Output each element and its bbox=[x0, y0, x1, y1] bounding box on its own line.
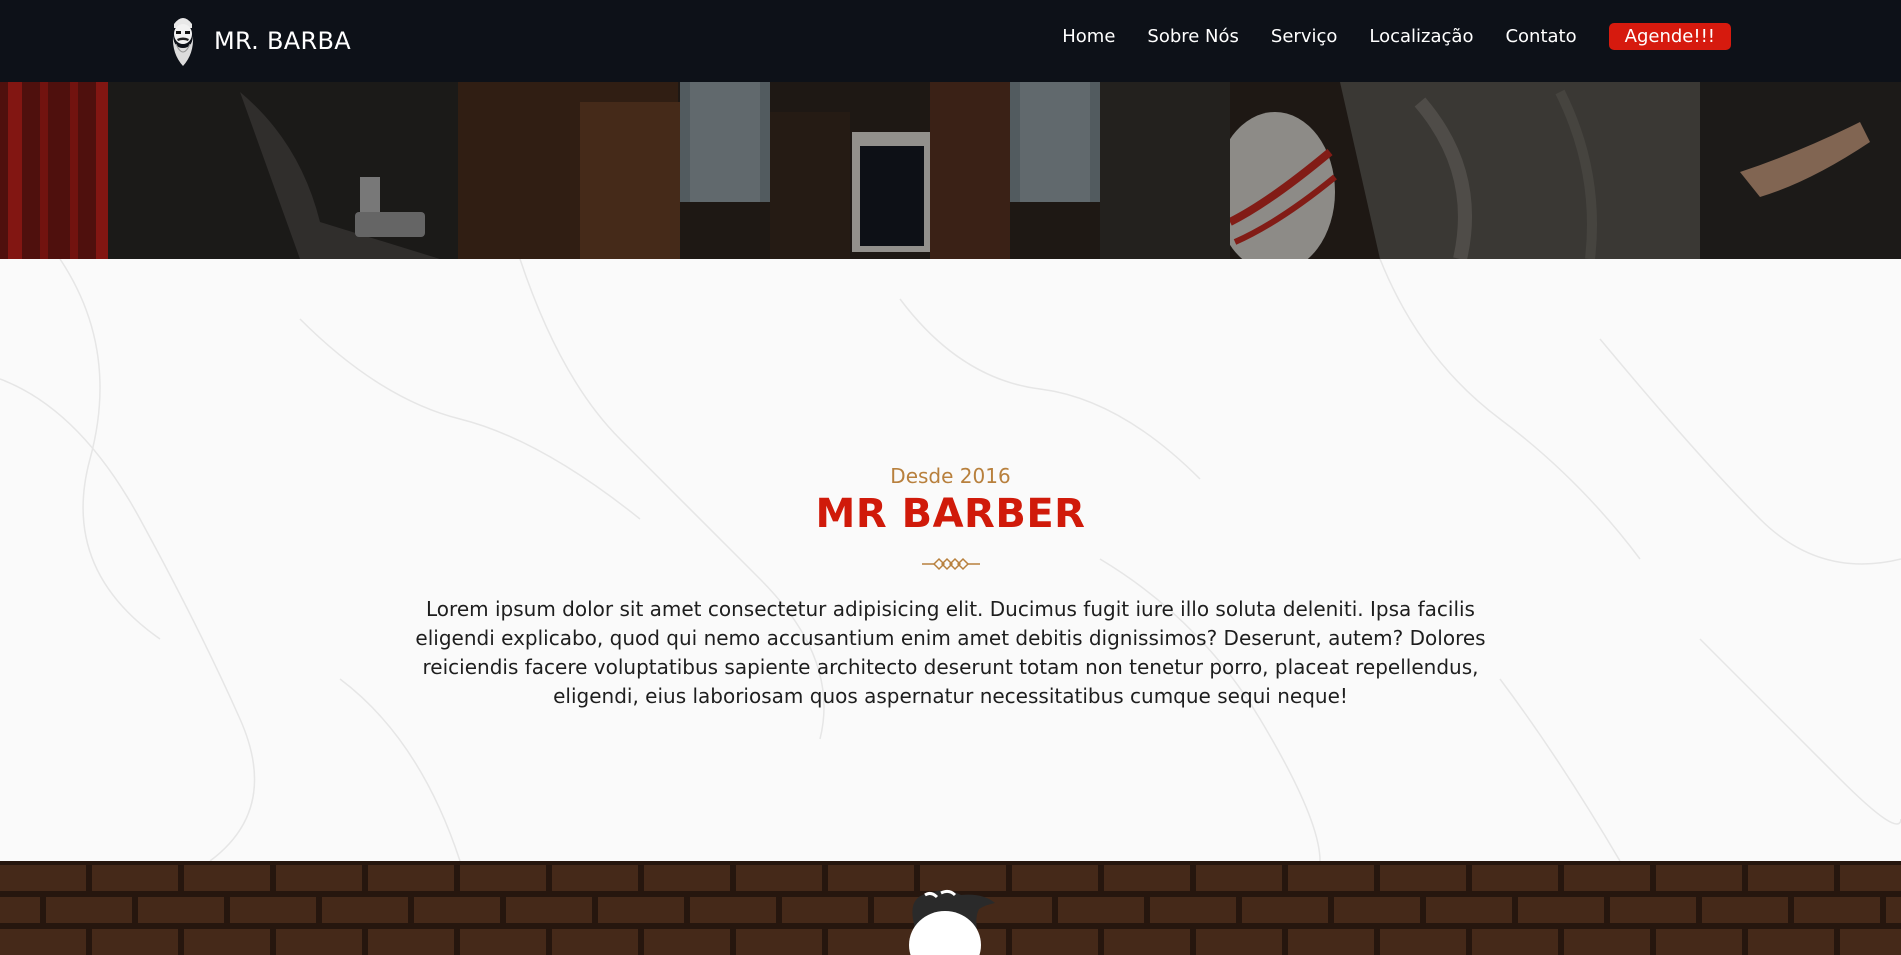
brand-name: MR. BARBA bbox=[214, 27, 351, 55]
nav-link-localizacao[interactable]: Localização bbox=[1369, 26, 1473, 47]
about-description: Lorem ipsum dolor sit amet consectetur a… bbox=[415, 597, 1486, 708]
nav-link-contato[interactable]: Contato bbox=[1505, 26, 1576, 47]
barber-mascot-icon bbox=[909, 889, 995, 955]
nav-link-home[interactable]: Home bbox=[1062, 26, 1115, 47]
hero-banner-image bbox=[0, 82, 1901, 259]
schedule-button[interactable]: Agende!!! bbox=[1608, 23, 1731, 50]
brick-section bbox=[0, 861, 1901, 955]
navbar: MR. BARBA Home Sobre Nós Serviço Localiz… bbox=[0, 0, 1901, 82]
nav-link-servico[interactable]: Serviço bbox=[1271, 26, 1337, 47]
diamond-divider-icon bbox=[922, 557, 980, 571]
bearded-man-logo-icon bbox=[172, 18, 194, 66]
nav-menu: Home Sobre Nós Serviço Localização Conta… bbox=[1030, 23, 1731, 50]
nav-link-sobre-nos[interactable]: Sobre Nós bbox=[1147, 26, 1239, 47]
about-section: Desde 2016 MR BARBER Lorem ipsum dolor s… bbox=[0, 259, 1901, 861]
about-title: MR BARBER bbox=[815, 491, 1086, 537]
brand[interactable]: MR. BARBA bbox=[168, 12, 351, 70]
about-eyebrow: Desde 2016 bbox=[890, 464, 1011, 488]
